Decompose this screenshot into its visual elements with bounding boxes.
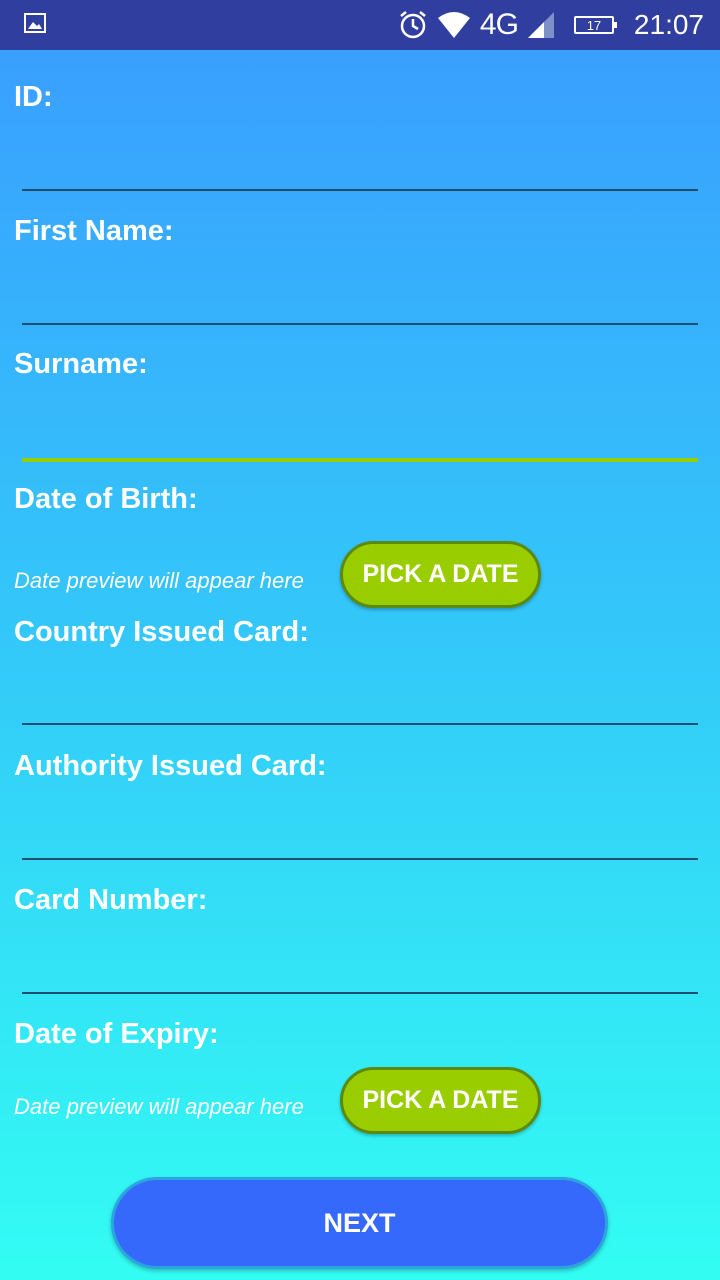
clock: 21:07 <box>633 9 704 40</box>
dob-label: Date of Birth: <box>14 483 198 515</box>
card-number-label: Card Number: <box>14 884 208 916</box>
status-bar: 4G 17 21:07 <box>0 0 720 50</box>
surname-label: Surname: <box>14 348 148 380</box>
battery-icon: 17 <box>573 16 617 34</box>
cell-signal-icon <box>527 12 554 38</box>
wifi-icon <box>437 12 470 38</box>
authority-input[interactable] <box>22 814 698 860</box>
dob-preview: Date preview will appear here <box>14 568 304 593</box>
country-label: Country Issued Card: <box>14 616 309 648</box>
first-name-label: First Name: <box>14 215 174 247</box>
surname-input[interactable] <box>22 416 698 462</box>
expiry-label: Date of Expiry: <box>14 1018 219 1050</box>
alarm-clock-icon <box>398 10 428 40</box>
first-name-input[interactable] <box>22 279 698 325</box>
country-input[interactable] <box>22 679 698 725</box>
authority-label: Authority Issued Card: <box>14 750 327 782</box>
network-type: 4G <box>479 8 519 41</box>
status-icons: 4G 17 21:07 <box>398 0 704 50</box>
expiry-preview: Date preview will appear here <box>14 1094 304 1119</box>
expiry-pick-date-button[interactable]: PICK A DATE <box>340 1067 541 1134</box>
id-label: ID: <box>14 81 53 113</box>
id-input[interactable] <box>22 145 698 191</box>
card-number-input[interactable] <box>22 948 698 994</box>
battery-level: 17 <box>586 17 602 33</box>
dob-pick-date-button[interactable]: PICK A DATE <box>340 541 541 608</box>
gallery-icon <box>24 13 46 33</box>
next-button[interactable]: NEXT <box>111 1177 608 1269</box>
